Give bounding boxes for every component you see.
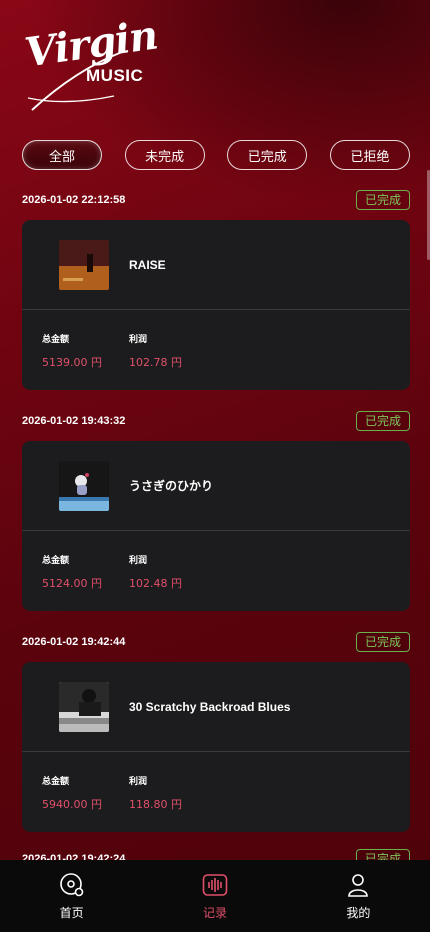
album-cover [59, 681, 109, 732]
user-icon [348, 874, 369, 897]
total-value: 5124.00 円 [42, 577, 102, 590]
total-value: 5940.00 円 [42, 798, 102, 811]
profit-value: 102.48 円 [129, 577, 182, 590]
tab-home[interactable]: 首页 [0, 860, 143, 932]
order-card[interactable]: RAISE 总金额 5139.00 円 利润 102.78 円 [22, 220, 410, 390]
waveform-icon [202, 874, 228, 896]
status-badge: 已完成 [355, 411, 410, 431]
track-title: うさぎのひかり [129, 479, 214, 493]
track-title: 30 Scratchy Backroad Blues [129, 699, 291, 714]
order-item: 2026-01-02 19:42:44 已完成 30 Scratchy Back… [22, 632, 410, 832]
order-time: 2026-01-02 22:12:58 [22, 194, 126, 206]
tab-records-label: 记录 [202, 906, 227, 920]
album-cover [59, 239, 109, 290]
order-card[interactable]: 30 Scratchy Backroad Blues 总金额 5940.00 円… [22, 662, 410, 832]
order-item: 2026-01-02 19:43:32 已完成 うさぎのひかり 总金额 5124… [22, 411, 410, 611]
tab-records[interactable]: 记录 [143, 860, 286, 932]
total-label: 总金额 [42, 777, 70, 787]
home-disc-icon [59, 873, 83, 897]
order-time: 2026-01-02 19:42:44 [22, 636, 126, 648]
profit-value: 102.78 円 [129, 356, 182, 369]
filter-completed[interactable]: 已完成 [227, 140, 308, 170]
order-time: 2026-01-02 19:43:32 [22, 415, 126, 427]
tab-mine-label: 我的 [346, 906, 371, 920]
profit-label: 利润 [129, 335, 148, 345]
filter-rejected[interactable]: 已拒绝 [329, 140, 410, 170]
filter-all[interactable]: 全部 [22, 140, 102, 170]
logo-sub: MUSIC [86, 66, 144, 85]
filter-incomplete[interactable]: 未完成 [124, 140, 205, 170]
bottom-tab-bar: 首页 记录 我的 [0, 860, 430, 932]
track-title: RAISE [129, 257, 166, 272]
filter-bar: 全部 未完成 已完成 已拒绝 [22, 140, 410, 170]
total-value: 5139.00 円 [42, 356, 102, 369]
total-label: 总金额 [42, 556, 70, 566]
brand-logo: Virgin MUSIC [22, 12, 160, 111]
total-label: 总金额 [42, 335, 70, 345]
status-badge: 已完成 [355, 632, 410, 652]
profit-label: 利润 [129, 556, 148, 566]
profit-label: 利润 [129, 777, 148, 787]
tab-home-label: 首页 [59, 906, 84, 920]
order-item: 2026-01-02 22:12:58 已完成 RAISE 总金额 5139.0… [22, 190, 410, 390]
tab-mine[interactable]: 我的 [287, 860, 430, 932]
order-card[interactable]: うさぎのひかり 总金额 5124.00 円 利润 102.48 円 [22, 441, 410, 611]
album-cover [59, 460, 109, 511]
status-badge: 已完成 [355, 190, 410, 210]
profit-value: 118.80 円 [129, 798, 182, 811]
